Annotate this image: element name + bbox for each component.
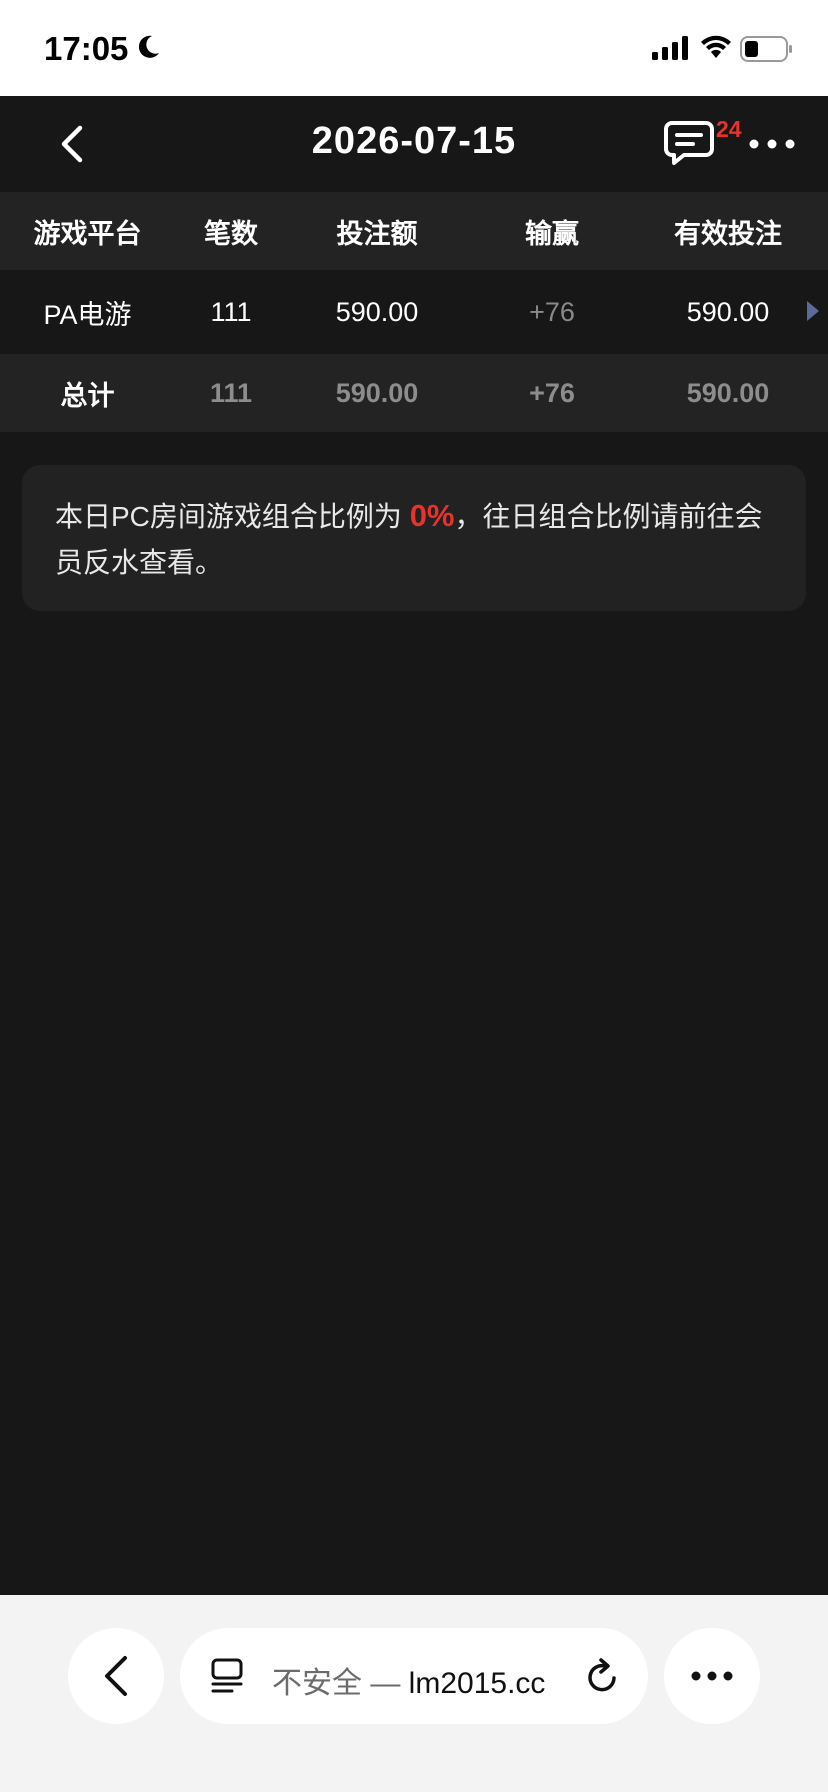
address-text: 不安全 — lm2015.cc <box>272 1658 545 1702</box>
notice-prefix: 本日PC房间游戏组合比例为 <box>55 501 410 532</box>
battery-icon <box>740 36 792 62</box>
do-not-disturb-moon-icon <box>138 35 159 58</box>
address-bar[interactable]: 不安全 — lm2015.cc <box>180 1628 648 1724</box>
header-count: 笔数 <box>204 218 258 249</box>
total-label: 总计 <box>60 380 115 411</box>
row-expand-arrow-icon[interactable] <box>806 300 820 322</box>
status-bar: 17:05 <box>0 0 828 96</box>
reload-icon[interactable] <box>584 1656 622 1696</box>
domain-label: lm2015.cc <box>408 1667 546 1700</box>
nav-bar: 2026-07-15 24 <box>0 96 828 192</box>
header-bet-amount: 投注额 <box>336 218 418 249</box>
browser-more-button[interactable] <box>664 1628 760 1724</box>
security-label: 不安全 <box>272 1667 362 1700</box>
header-win-loss: 输赢 <box>525 218 579 249</box>
total-count: 111 <box>209 377 253 408</box>
address-separator: — <box>362 1667 409 1700</box>
browser-back-button[interactable] <box>68 1628 164 1724</box>
browser-more-dots-icon <box>691 1671 733 1681</box>
total-valid-bet: 590.00 <box>686 377 770 408</box>
wifi-icon <box>701 35 731 58</box>
notice-text: 本日PC房间游戏组合比例为 0%，往日组合比例请前往会员反水查看。 <box>55 493 785 586</box>
cell-platform: PA电游 <box>43 299 132 330</box>
browser-toolbar: 不安全 — lm2015.cc <box>0 1595 828 1792</box>
cell-count: 111 <box>210 296 252 327</box>
cellular-signal-icon <box>652 36 688 60</box>
cell-valid-bet: 590.00 <box>686 296 770 327</box>
page-menu-icon[interactable] <box>210 1658 244 1694</box>
status-time: 17:05 <box>44 30 129 67</box>
header-valid-bet: 有效投注 <box>674 218 782 249</box>
total-win-loss: +76 <box>529 377 575 408</box>
table-header: 游戏平台 笔数 投注额 输赢 有效投注 <box>0 192 828 270</box>
chat-unread-badge: 24 <box>716 116 742 142</box>
table-total-row: 总计 111 590.00 +76 590.00 <box>0 354 828 432</box>
more-dots-icon[interactable] <box>746 124 798 164</box>
notice-percent: 0% <box>409 498 455 533</box>
notice-card: 本日PC房间游戏组合比例为 0%，往日组合比例请前往会员反水查看。 <box>22 465 806 611</box>
total-bet-amount: 590.00 <box>335 377 419 408</box>
browser-back-chevron-icon <box>105 1656 127 1696</box>
header-platform: 游戏平台 <box>33 218 142 249</box>
chat-message-icon[interactable] <box>664 120 714 166</box>
cell-bet-amount: 590.00 <box>335 296 419 327</box>
cell-win-loss: +76 <box>529 296 575 327</box>
table-row[interactable]: PA电游 111 590.00 +76 590.00 <box>0 270 828 354</box>
